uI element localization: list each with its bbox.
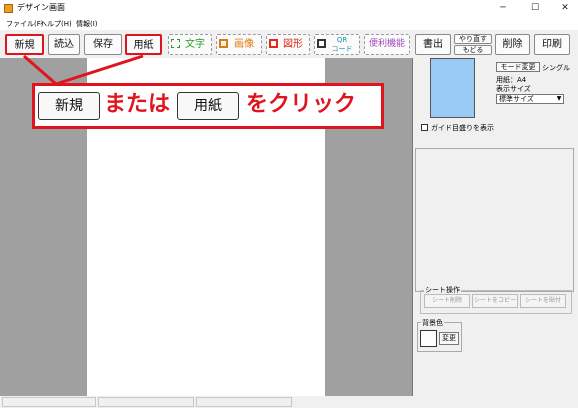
callout-paper-button: 用紙: [177, 92, 239, 120]
mode-change-button[interactable]: モード変更: [496, 62, 540, 72]
sheet-copy-button[interactable]: シートをコピー: [472, 294, 518, 308]
status-field-3: [196, 397, 292, 407]
background-change-button[interactable]: 変更: [439, 332, 459, 345]
sheet-delete-button[interactable]: シート削除: [424, 294, 470, 308]
callout-or-text: または: [104, 92, 171, 117]
display-size-label: 表示サイズ: [496, 85, 531, 93]
display-size-select[interactable]: 標準サイズ: [496, 94, 564, 104]
guide-checkbox[interactable]: [421, 124, 428, 131]
sheet-paste-button[interactable]: シートを貼付: [520, 294, 566, 308]
chevron-down-icon: ▼: [556, 95, 562, 102]
callout-click-text: をクリック: [246, 92, 357, 117]
callout-new-button: 新規: [38, 92, 100, 120]
background-color-swatch: [420, 330, 437, 347]
mode-value: シングル: [542, 64, 570, 72]
sheet-list[interactable]: [415, 148, 574, 292]
status-field-2: [98, 397, 194, 407]
background-color-label: 背景色: [421, 318, 444, 328]
paper-preview: [430, 58, 475, 118]
status-field-1: [2, 397, 96, 407]
guide-checkbox-label: ガイド目盛りを表示: [431, 124, 494, 132]
